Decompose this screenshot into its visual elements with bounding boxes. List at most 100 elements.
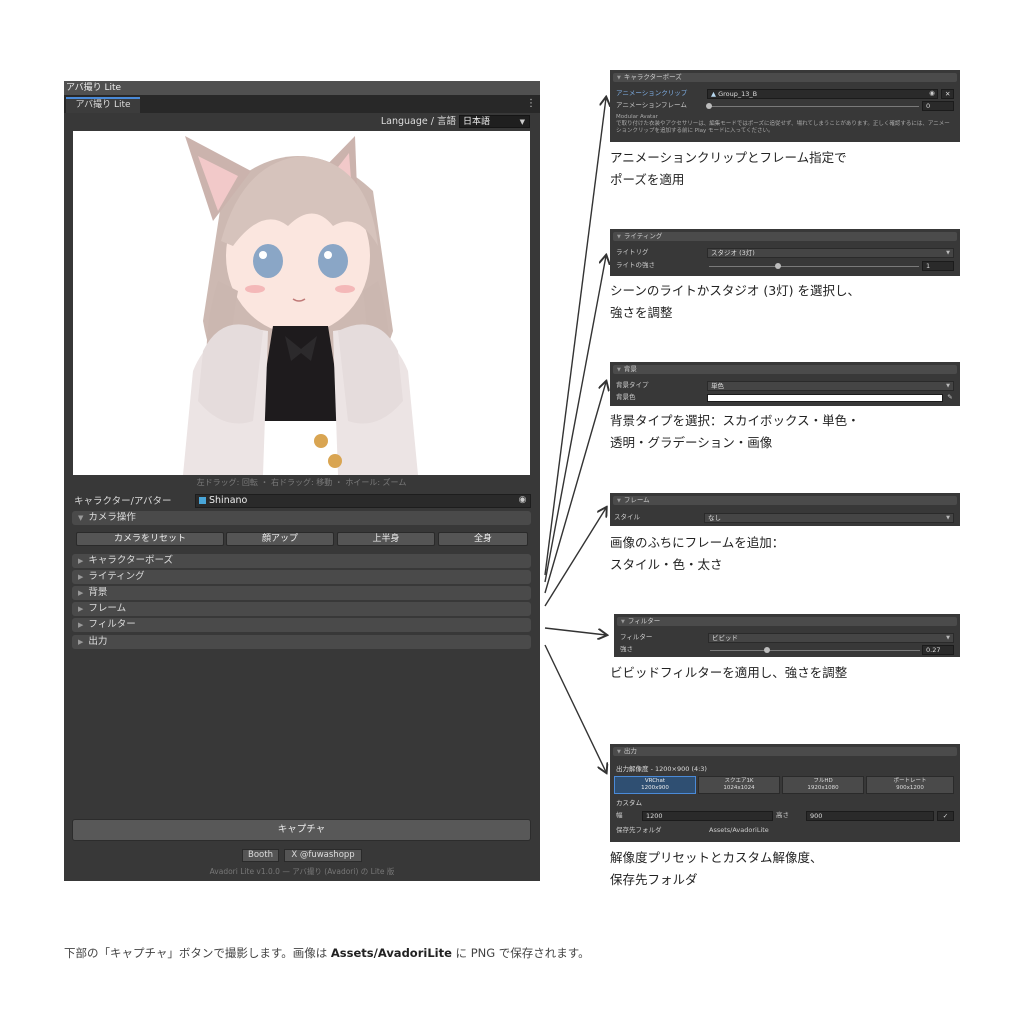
- filter-panel: ▼ フィルター フィルター ビビッド ▼ 強さ 0.27: [614, 614, 960, 657]
- rig-select[interactable]: スタジオ (3灯) ▼: [707, 248, 954, 258]
- background-panel: ▼ 背景 背景タイプ 単色 ▼ 背景色 ✎: [610, 362, 960, 406]
- frame-panel-header[interactable]: ▼ フレーム: [613, 496, 957, 505]
- footer-prefix: 下部の「キャプチャ」ボタンで撮影します。画像は: [64, 946, 331, 960]
- panel-header-label: 出力: [623, 747, 637, 755]
- arrow-to-background: [544, 382, 606, 594]
- rig-value: スタジオ (3灯): [711, 249, 755, 257]
- arrow-to-pose: [544, 98, 606, 576]
- frame-slider-thumb[interactable]: [706, 103, 712, 109]
- frame-panel: ▼ フレーム スタイル なし ▼: [610, 493, 960, 526]
- bg-type-value: 単色: [711, 382, 724, 390]
- bg-type-select[interactable]: 単色 ▼: [707, 381, 954, 391]
- panel-header-label: フィルター: [627, 617, 661, 625]
- lighting-panel: ▼ ライティング ライトリグ スタジオ (3灯) ▼ ライトの強さ 1: [610, 229, 960, 276]
- chevron-down-icon: ▼: [946, 383, 950, 389]
- preset-vrchat-button[interactable]: VRChat 1200x900: [614, 776, 696, 794]
- frame-caption: 画像のふちにフレームを追加： スタイル・色・太さ: [610, 532, 784, 576]
- caption-line: ビビッドフィルターを適用し、強さを調整: [610, 665, 848, 680]
- background-caption: 背景タイプを選択：スカイボックス・単色・ 透明・グラデーション・画像: [610, 410, 860, 454]
- bg-type-label: 背景タイプ: [616, 381, 649, 389]
- lighting-caption: シーンのライトかスタジオ (3灯) を選択し、 強さを調整: [610, 280, 860, 324]
- frame-label: アニメーションフレーム: [616, 101, 687, 109]
- caption-line: 強さを調整: [610, 305, 673, 320]
- custom-label: カスタム: [616, 799, 642, 807]
- preset-name: フルHD: [813, 778, 833, 784]
- pose-panel-header[interactable]: ▼ キャラクターポーズ: [613, 73, 957, 82]
- chevron-down-icon: ▼: [617, 498, 621, 504]
- chevron-down-icon: ▼: [946, 515, 950, 521]
- caption-line: 背景タイプを選択：スカイボックス・単色・: [610, 413, 860, 428]
- chevron-down-icon: ▼: [621, 619, 625, 625]
- frame-style-select[interactable]: なし ▼: [704, 513, 954, 523]
- arrow-to-filter: [544, 627, 606, 635]
- rig-label: ライトリグ: [616, 248, 649, 256]
- preset-name: ポートレート: [893, 778, 927, 784]
- bg-color-swatch[interactable]: [707, 394, 943, 402]
- filter-type-select[interactable]: ビビッド ▼: [708, 633, 954, 643]
- preset-size: 1024x1024: [723, 785, 755, 791]
- chevron-down-icon: ▼: [617, 75, 621, 81]
- caption-line: 透明・グラデーション・画像: [610, 435, 773, 450]
- bg-color-label: 背景色: [616, 393, 636, 401]
- eyedropper-icon[interactable]: ✎: [945, 393, 955, 402]
- strength-input[interactable]: 0.27: [922, 645, 954, 655]
- pose-panel: ▼ キャラクターポーズ アニメーションクリップ ▲ Group_13_B ◉ ✕ …: [610, 70, 960, 142]
- output-panel-header[interactable]: ▼ 出力: [613, 747, 957, 756]
- frame-style-label: スタイル: [614, 513, 640, 521]
- intensity-slider-thumb[interactable]: [775, 263, 782, 269]
- preset-size: 1200x900: [641, 785, 669, 791]
- filter-panel-header[interactable]: ▼ フィルター: [617, 617, 957, 626]
- footer-suffix: に PNG で保存されます。: [451, 946, 590, 960]
- frame-slider-track[interactable]: [709, 106, 919, 107]
- anim-clip-icon: ▲: [711, 90, 716, 98]
- background-panel-header[interactable]: ▼ 背景: [613, 365, 957, 374]
- apply-check-icon[interactable]: ✓: [937, 811, 954, 821]
- resolution-label: 出力解像度 - 1200×900 (4:3): [616, 765, 707, 773]
- pose-caption: アニメーションクリップとフレーム指定で ポーズを適用: [610, 147, 847, 191]
- strength-label: 強さ: [620, 645, 633, 653]
- height-label: 高さ: [776, 811, 789, 819]
- preset-size: 900x1200: [896, 785, 924, 791]
- intensity-slider-track[interactable]: [709, 266, 919, 267]
- filter-type-label: フィルター: [620, 633, 653, 641]
- output-caption: 解像度プリセットとカスタム解像度、 保存先フォルダ: [610, 847, 823, 891]
- frame-input[interactable]: 0: [922, 101, 954, 111]
- frame-style-value: なし: [708, 514, 721, 522]
- object-picker-icon[interactable]: ◉: [927, 89, 937, 98]
- arrow-to-lighting: [544, 256, 606, 583]
- preset-fullhd-button[interactable]: フルHD 1920x1080: [782, 776, 864, 794]
- footer-folder: Assets/AvadoriLite: [330, 946, 452, 960]
- preset-square-button[interactable]: スクエア1K 1024x1024: [698, 776, 780, 794]
- filter-caption: ビビッドフィルターを適用し、強さを調整: [610, 662, 847, 684]
- chevron-down-icon: ▼: [946, 250, 950, 256]
- caption-line: シーンのライトかスタジオ (3灯) を選択し、: [610, 283, 861, 298]
- width-label: 幅: [616, 811, 623, 819]
- folder-value[interactable]: Assets/AvadoriLite: [709, 826, 769, 835]
- folder-label: 保存先フォルダ: [616, 826, 662, 834]
- caption-line: 解像度プリセットとカスタム解像度、: [610, 850, 823, 865]
- clip-field[interactable]: ▲ Group_13_B: [707, 89, 938, 99]
- clip-label: アニメーションクリップ: [616, 89, 688, 97]
- chevron-down-icon: ▼: [617, 234, 621, 240]
- intensity-input[interactable]: 1: [922, 261, 954, 271]
- chevron-down-icon: ▼: [946, 635, 950, 641]
- lighting-panel-header[interactable]: ▼ ライティング: [613, 232, 957, 241]
- strength-slider-track[interactable]: [710, 650, 920, 651]
- caption-line: アニメーションクリップとフレーム指定で: [610, 150, 847, 165]
- preset-name: VRChat: [644, 778, 666, 784]
- output-panel: ▼ 出力 出力解像度 - 1200×900 (4:3) VRChat 1200x9…: [610, 744, 960, 842]
- caption-line: 画像のふちにフレームを追加：: [610, 535, 785, 550]
- preset-portrait-button[interactable]: ポートレート 900x1200: [866, 776, 954, 794]
- intensity-label: ライトの強さ: [616, 261, 655, 269]
- strength-slider-thumb[interactable]: [763, 647, 770, 653]
- width-input[interactable]: 1200: [642, 811, 773, 821]
- panel-header-label: フレーム: [623, 496, 650, 504]
- panel-header-label: ライティング: [623, 232, 663, 240]
- arrow-to-frame: [544, 508, 606, 607]
- panel-header-label: キャラクターポーズ: [623, 73, 682, 81]
- clear-clip-button[interactable]: ✕: [941, 89, 954, 99]
- clip-value: Group_13_B: [718, 90, 758, 98]
- panel-header-label: 背景: [623, 365, 637, 373]
- height-input[interactable]: 900: [806, 811, 934, 821]
- chevron-down-icon: ▼: [617, 749, 621, 755]
